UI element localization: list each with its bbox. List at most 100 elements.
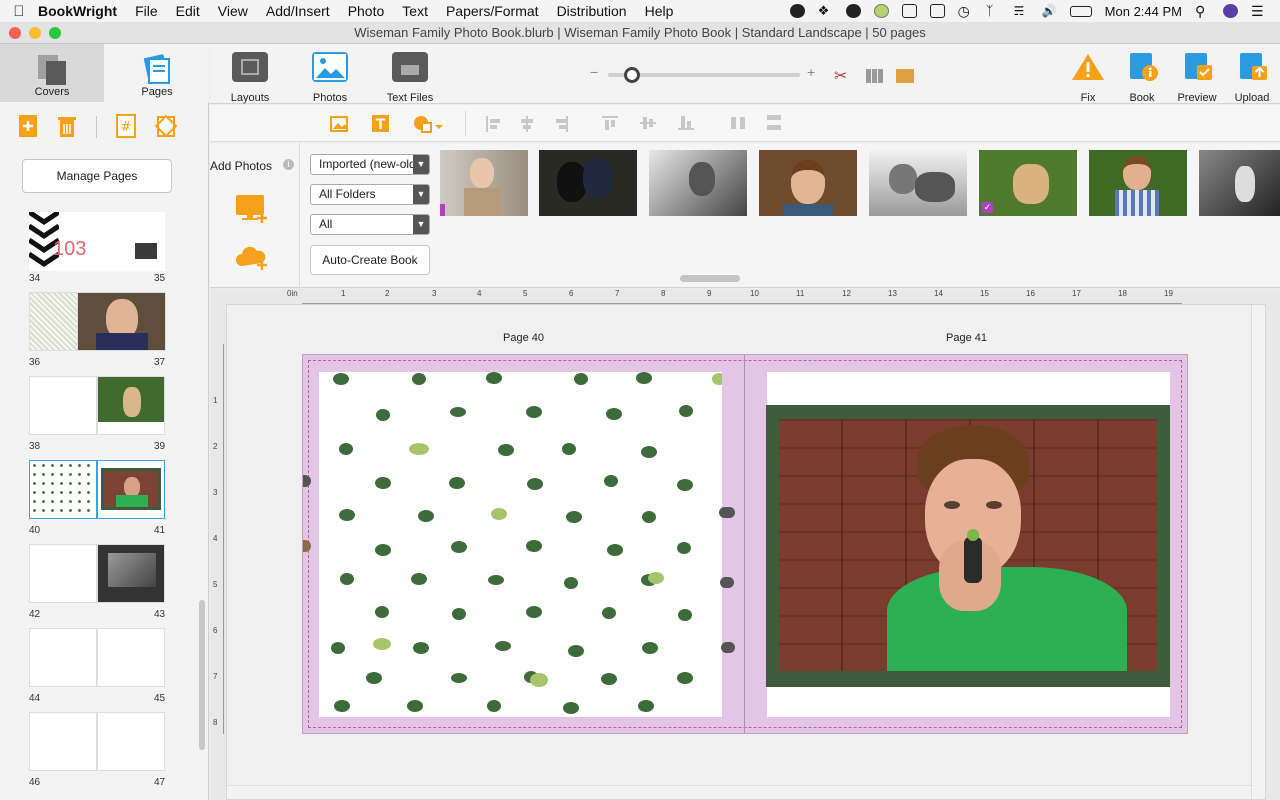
thumbnail-scrollbar[interactable] — [199, 600, 205, 750]
align-middle-icon[interactable] — [640, 116, 656, 130]
photo-thumbnail-1[interactable] — [440, 150, 528, 216]
tray-circle-icon[interactable] — [845, 4, 861, 18]
layouts-button[interactable]: Layouts — [230, 52, 270, 104]
menu-edit[interactable]: Edit — [176, 3, 200, 19]
canvas-scrollbar-track[interactable] — [1251, 305, 1265, 799]
distribute-vertical-icon[interactable] — [766, 114, 782, 132]
menu-help[interactable]: Help — [645, 3, 674, 19]
photo-thumbnail-3[interactable] — [649, 150, 747, 216]
photo-strip-scrollbar[interactable] — [680, 275, 740, 282]
menu-photo[interactable]: Photo — [348, 3, 385, 19]
spread-40-41[interactable] — [29, 460, 166, 519]
add-shape-icon[interactable] — [412, 113, 444, 135]
spotlight-search-icon[interactable]: ⚲ — [1195, 4, 1210, 18]
fix-button[interactable]: Fix — [1068, 52, 1108, 104]
page-thumbnail-42[interactable] — [29, 544, 97, 603]
apple-menu-icon[interactable]:  — [0, 3, 38, 20]
airplay-icon[interactable] — [929, 4, 945, 18]
page-thumbnail-40[interactable] — [29, 460, 97, 519]
zoom-window-button[interactable] — [49, 27, 61, 39]
spread-42-43[interactable] — [29, 544, 166, 603]
zoom-out-icon[interactable]: − — [590, 64, 598, 80]
photos-button[interactable]: Photos — [310, 52, 350, 104]
menu-text[interactable]: Text — [402, 3, 428, 19]
spread-38-39[interactable] — [29, 376, 166, 435]
add-text-box-icon[interactable]: T — [370, 113, 392, 135]
photo-frame[interactable] — [766, 405, 1170, 687]
import-from-cloud-icon[interactable] — [234, 242, 270, 272]
manage-pages-button[interactable]: Manage Pages — [22, 159, 172, 193]
scissors-icon[interactable]: ✂ — [834, 66, 847, 86]
app-menu[interactable]: BookWright — [38, 3, 117, 19]
page-41[interactable] — [766, 372, 1170, 717]
menu-distribution[interactable]: Distribution — [557, 3, 627, 19]
boy-with-toy-photo[interactable] — [779, 419, 1157, 671]
spread-44-45[interactable] — [29, 628, 166, 687]
page-thumbnail-44[interactable] — [29, 628, 97, 687]
time-machine-icon[interactable]: ◷ — [958, 4, 973, 18]
bluetooth-icon[interactable]: ᛉ — [986, 4, 1001, 18]
page-thumbnail-37[interactable] — [77, 292, 166, 351]
spread-34-35[interactable]: 103 — [29, 212, 166, 271]
photo-thumbnail-2[interactable] — [539, 150, 637, 216]
text-files-button[interactable]: Text Files — [385, 52, 435, 104]
evernote-icon[interactable] — [901, 4, 917, 18]
photo-thumbnail-6[interactable]: ✓ — [979, 150, 1077, 216]
kind-filter-select[interactable]: All ▼ — [310, 214, 430, 235]
page-40[interactable] — [319, 372, 722, 717]
volume-icon[interactable]: 🔊 — [1042, 4, 1057, 18]
wifi-icon[interactable]: ☴ — [1014, 4, 1029, 18]
align-bottom-icon[interactable] — [678, 116, 694, 130]
tab-covers[interactable]: Covers — [0, 44, 104, 102]
page-thumbnail-38[interactable] — [29, 376, 97, 435]
auto-create-book-button[interactable]: Auto-Create Book — [310, 245, 430, 275]
folder-filter-select[interactable]: All Folders ▼ — [310, 184, 430, 205]
close-window-button[interactable] — [9, 27, 21, 39]
page-thumbnail-34[interactable]: 103 — [29, 212, 97, 271]
source-filter-select[interactable]: Imported (new-old) ▼ — [310, 154, 430, 175]
upload-button[interactable]: Upload — [1232, 52, 1272, 104]
menu-view[interactable]: View — [218, 3, 248, 19]
zoom-slider[interactable] — [608, 67, 800, 83]
chart-view-icon[interactable] — [896, 69, 914, 83]
photo-thumbnail-5[interactable] — [869, 150, 967, 216]
page-thumbnail-46[interactable] — [29, 712, 97, 771]
menu-add-insert[interactable]: Add/Insert — [266, 3, 330, 19]
page-thumbnail-41[interactable] — [97, 460, 165, 519]
page-thumbnail-43[interactable] — [97, 544, 165, 603]
minimize-window-button[interactable] — [29, 27, 41, 39]
siri-icon[interactable] — [1223, 4, 1238, 18]
photo-thumbnail-4[interactable] — [759, 150, 857, 216]
dropbox-icon[interactable]: ❖ — [818, 4, 833, 18]
spread-36-37[interactable] — [29, 292, 166, 351]
menubar-clock[interactable]: Mon 2:44 PM — [1105, 4, 1182, 19]
photo-thumbnail-7[interactable] — [1089, 150, 1187, 216]
spread-46-47[interactable] — [29, 712, 166, 771]
align-right-icon[interactable] — [554, 116, 568, 132]
delete-page-icon[interactable] — [57, 114, 77, 138]
preview-button[interactable]: Preview — [1177, 52, 1217, 104]
page-thumbnail-39[interactable] — [97, 376, 165, 435]
tray-app-icon[interactable] — [789, 4, 805, 18]
add-photo-box-icon[interactable] — [329, 113, 351, 135]
menu-papers-format[interactable]: Papers/Format — [446, 3, 539, 19]
page-style-icon[interactable] — [154, 114, 178, 138]
zoom-slider-knob[interactable] — [624, 67, 640, 83]
menu-file[interactable]: File — [135, 3, 158, 19]
photo-thumbnail-8[interactable] — [1199, 150, 1280, 216]
page-spread[interactable] — [302, 354, 1188, 734]
tab-pages[interactable]: Pages — [105, 44, 209, 102]
grid-view-icon[interactable] — [866, 69, 884, 83]
tray-green-icon[interactable] — [873, 4, 889, 18]
add-page-icon[interactable] — [18, 114, 38, 138]
align-left-icon[interactable] — [486, 116, 500, 132]
page-thumbnail-45[interactable] — [97, 628, 165, 687]
battery-icon[interactable] — [1069, 5, 1092, 17]
notification-center-icon[interactable]: ☰ — [1251, 4, 1266, 18]
distribute-horizontal-icon[interactable] — [730, 116, 746, 130]
info-icon[interactable]: i — [283, 159, 294, 170]
canvas-scrollbar-track-h[interactable] — [227, 785, 1251, 799]
import-from-computer-icon[interactable] — [234, 193, 270, 223]
page-thumbnail-47[interactable] — [97, 712, 165, 771]
page-numbers-icon[interactable]: # — [116, 114, 136, 138]
